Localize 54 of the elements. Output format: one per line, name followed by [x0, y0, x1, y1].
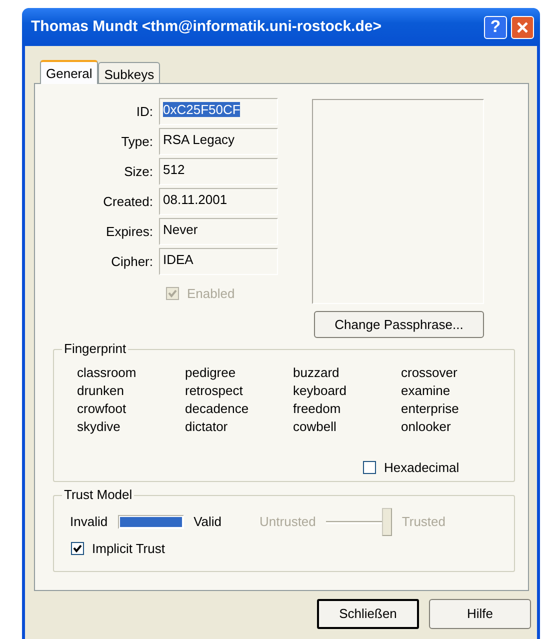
field-label: Type: — [120, 132, 154, 151]
field-value: 08.11.2001 — [163, 192, 228, 207]
checkbox[interactable] — [363, 461, 376, 474]
field-label: Expires: — [105, 222, 154, 241]
fingerprint-word: enterprise — [401, 400, 460, 418]
dialog-button[interactable]: Schließen — [317, 599, 419, 629]
tab[interactable]: General — [40, 60, 98, 84]
field-value: 512 — [163, 162, 185, 177]
fingerprint-word: keyboard — [293, 382, 348, 400]
dialog-button[interactable]: Hilfe — [429, 599, 531, 629]
fingerprint-word: classroom — [77, 364, 138, 382]
field-value: Never — [163, 222, 198, 237]
tab[interactable]: Subkeys — [98, 62, 160, 83]
trust-min-label: Untrusted — [260, 513, 316, 532]
fingerprint-word: drunken — [77, 382, 125, 400]
close-button[interactable] — [511, 16, 534, 38]
checkbox[interactable] — [71, 542, 84, 556]
checkbox-label: Hexadecimal — [384, 459, 460, 477]
field-label: Size: — [123, 162, 154, 181]
checkbox-label: Enabled — [187, 285, 235, 303]
fingerprint-word: crossover — [401, 364, 458, 382]
fingerprint-word: pedigree — [185, 364, 237, 382]
fingerprint-word: freedom — [293, 400, 342, 418]
fingerprint-word: buzzard — [293, 364, 340, 382]
text-field[interactable]: Never — [159, 218, 278, 245]
fingerprint-word: decadence — [185, 400, 250, 418]
change-passphrase-button[interactable]: Change Passphrase... — [314, 311, 484, 338]
checkbox-label: Implicit Trust — [92, 540, 165, 558]
text-field[interactable]: 512 — [159, 158, 278, 185]
field-label: ID: — [135, 102, 154, 121]
fingerprint-word: examine — [401, 382, 452, 400]
trust-max-label: Trusted — [402, 513, 446, 532]
group-title: Fingerprint — [62, 341, 128, 357]
window-title: Thomas Mundt <thm@informatik.uni-rostock.de> — [31, 16, 382, 37]
field-label: Cipher: — [110, 252, 154, 271]
fingerprint-word: dictator — [185, 418, 229, 436]
fingerprint-word: retrospect — [185, 382, 244, 400]
field-value: 0xC25F50CF — [163, 102, 240, 117]
fingerprint-word: skydive — [77, 418, 122, 436]
field-value: RSA Legacy — [163, 132, 235, 147]
text-field[interactable]: 0xC25F50CF — [159, 98, 278, 125]
trust-slider[interactable] — [326, 508, 392, 536]
field-label: Created: — [102, 192, 154, 211]
text-field[interactable]: 08.11.2001 — [159, 188, 278, 215]
fingerprint-word: crowfoot — [77, 400, 128, 418]
validity-min-label: Invalid — [70, 513, 108, 532]
help-button[interactable]: ? — [484, 16, 507, 38]
validity-max-label: Valid — [194, 513, 222, 532]
text-field[interactable]: IDEA — [159, 248, 278, 275]
fingerprint-word: onlooker — [401, 418, 452, 436]
fingerprint-word: cowbell — [293, 418, 338, 436]
field-value: IDEA — [163, 252, 194, 267]
text-field[interactable]: RSA Legacy — [159, 128, 278, 155]
close-icon — [516, 20, 529, 34]
